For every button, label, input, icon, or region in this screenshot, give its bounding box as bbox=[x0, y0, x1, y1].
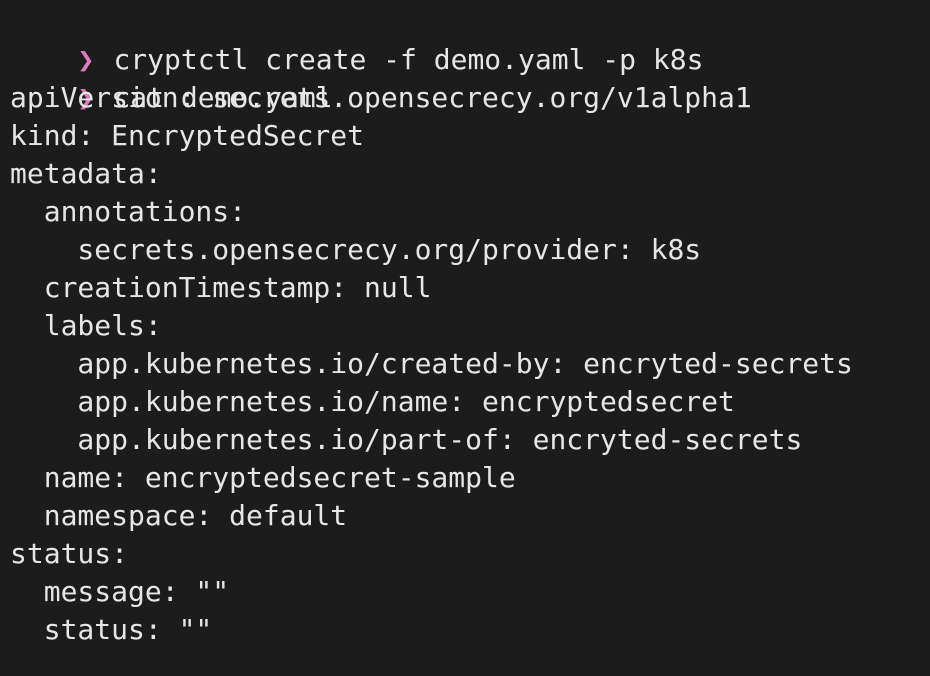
output-line: apiVersion: secrets.opensecrecy.org/v1al… bbox=[10, 81, 752, 114]
command-text: cryptctl create -f demo.yaml -p k8s bbox=[113, 43, 704, 76]
output-line: labels: bbox=[10, 309, 162, 342]
output-line: app.kubernetes.io/created-by: encryted-s… bbox=[10, 347, 853, 380]
output-line: status: "" bbox=[10, 613, 213, 646]
output-line: message: "" bbox=[10, 575, 230, 608]
output-line: kind: EncryptedSecret bbox=[10, 119, 365, 152]
prompt-chevron-icon: ❯ bbox=[77, 43, 95, 76]
output-line: app.kubernetes.io/part-of: encryted-secr… bbox=[10, 423, 803, 456]
output-line: status: bbox=[10, 537, 129, 570]
output-line: namespace: default bbox=[10, 499, 348, 532]
output-line: annotations: bbox=[10, 195, 247, 228]
output-line: creationTimestamp: null bbox=[10, 271, 432, 304]
terminal-window[interactable]: ❯ cryptctl create -f demo.yaml -p k8s ❯ ca… bbox=[0, 0, 930, 676]
command-line: ❯ cryptctl create -f demo.yaml -p k8s bbox=[10, 3, 930, 76]
output-line: app.kubernetes.io/name: encryptedsecret bbox=[10, 385, 735, 418]
output-line: metadata: bbox=[10, 157, 162, 190]
output-line: name: encryptedsecret-sample bbox=[10, 461, 516, 494]
output-line: secrets.opensecrecy.org/provider: k8s bbox=[10, 233, 702, 266]
